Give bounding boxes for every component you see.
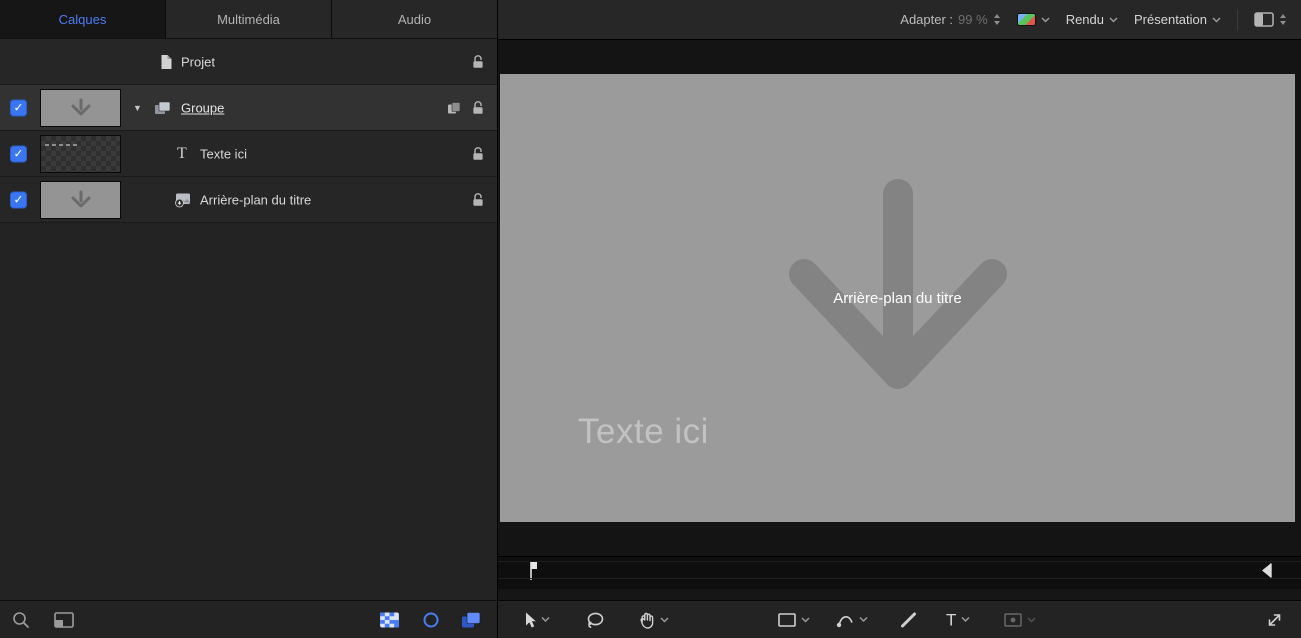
layers-panel-footer	[0, 600, 497, 638]
document-icon	[161, 54, 172, 69]
visibility-checkbox[interactable]: ✓	[10, 191, 27, 208]
layer-row-media[interactable]: ✓ Arrière-plan du titre	[0, 177, 497, 223]
tab-multimedia[interactable]: Multimédia	[166, 0, 332, 38]
fit-label: Adapter :	[900, 12, 954, 27]
lock-open-icon[interactable]	[471, 100, 485, 116]
panel-tabbar: Calques Multimédia Audio	[0, 0, 497, 39]
layer-label: Arrière-plan du titre	[200, 192, 312, 207]
shape-tool-icon	[1004, 612, 1022, 627]
disclosure-triangle-icon[interactable]: ▼	[133, 103, 142, 113]
view-label: Présentation	[1134, 12, 1207, 27]
tab-audio[interactable]: Audio	[332, 0, 497, 38]
tab-label: Audio	[397, 11, 432, 27]
chevron-down-icon	[859, 616, 868, 623]
chevron-down-icon	[541, 616, 550, 623]
canvas-area[interactable]: Arrière-plan du titre Texte ici	[498, 40, 1301, 556]
layer-row-project[interactable]: Projet	[0, 39, 497, 85]
chevron-down-icon	[801, 616, 810, 623]
arrow-thumb-icon	[71, 98, 90, 115]
expand-icon	[1268, 613, 1281, 626]
check-icon: ✓	[13, 192, 24, 207]
chevron-down-icon	[1027, 616, 1036, 623]
layer-row-group[interactable]: ✓ ▼ Groupe	[0, 85, 497, 131]
zoom-fit-dropdown[interactable]: Adapter : 99 %	[900, 12, 1000, 27]
layer-thumbnail[interactable]	[40, 88, 121, 127]
text-layer-icon: T	[177, 144, 187, 162]
tab-label: Calques	[58, 11, 107, 27]
visibility-checkbox[interactable]: ✓	[10, 99, 27, 116]
adjust-item-tool[interactable]	[586, 611, 604, 629]
layers-icon[interactable]	[461, 611, 481, 628]
display-layout-control[interactable]	[1254, 12, 1287, 27]
check-icon: ✓	[13, 146, 24, 161]
placeholder-text[interactable]: Texte ici	[578, 412, 709, 452]
render-dropdown[interactable]: Rendu	[1066, 12, 1118, 27]
rect-tool-icon	[778, 612, 796, 627]
checkerboard-icon[interactable]	[380, 612, 399, 627]
color-swatch	[1016, 13, 1036, 26]
bezier-tool[interactable]	[836, 611, 868, 628]
media-icon	[175, 193, 190, 207]
group-icon	[155, 101, 171, 114]
contents-icon[interactable]	[447, 101, 461, 114]
chevron-down-icon	[1212, 16, 1221, 23]
shape-tool-disabled[interactable]	[1004, 612, 1036, 627]
frame-icon[interactable]	[54, 611, 74, 628]
hand-tool[interactable]	[638, 611, 669, 629]
lock-open-icon[interactable]	[471, 54, 485, 70]
playhead-marker[interactable]	[527, 559, 539, 583]
canvas-toolbar: Adapter : 99 % Rendu Présentation	[498, 0, 1301, 40]
lock-open-icon[interactable]	[471, 192, 485, 208]
display-icon	[1254, 12, 1274, 27]
background-title-text[interactable]: Arrière-plan du titre	[500, 290, 1295, 307]
layer-thumbnail[interactable]	[40, 134, 121, 173]
bezier-tool-icon	[836, 615, 853, 627]
arrow-thumb-icon	[71, 190, 90, 207]
canvas-stage[interactable]: Arrière-plan du titre Texte ici	[500, 74, 1295, 522]
paint-stroke-tool[interactable]	[900, 611, 917, 628]
tab-label: Multimédia	[217, 11, 280, 27]
tab-calques[interactable]: Calques	[0, 0, 166, 38]
mini-timeline[interactable]	[498, 556, 1301, 589]
hand-tool-icon	[640, 612, 654, 629]
circle-icon[interactable]	[422, 611, 440, 629]
chevron-down-icon	[961, 616, 970, 623]
tools-toolbar: T	[498, 600, 1301, 638]
layer-label: Projet	[181, 54, 215, 69]
layers-panel: Calques Multimédia Audio Projet ✓ ▼ Grou…	[0, 0, 498, 638]
stepper-icon	[993, 14, 1000, 25]
layer-thumbnail[interactable]	[40, 180, 121, 219]
lock-open-icon[interactable]	[471, 146, 485, 162]
render-label: Rendu	[1065, 12, 1104, 27]
chevron-down-icon	[1109, 16, 1118, 23]
fullscreen-toggle[interactable]	[1266, 611, 1283, 628]
layer-row-text[interactable]: ✓ T Texte ici	[0, 131, 497, 177]
chevron-down-icon	[660, 616, 669, 623]
zoom-value: 99 %	[958, 12, 988, 27]
adjust-tool-icon	[587, 612, 604, 628]
chevron-down-icon	[1041, 16, 1050, 23]
end-range-marker[interactable]	[1259, 562, 1273, 579]
stepper-icon	[1280, 14, 1286, 25]
text-tool[interactable]: T	[946, 611, 970, 628]
stroke-tool-icon	[901, 612, 916, 627]
text-tool-icon: T	[946, 610, 957, 629]
color-channels-dropdown[interactable]	[1016, 13, 1050, 26]
layer-label: Groupe	[181, 100, 225, 115]
rectangle-tool[interactable]	[778, 612, 810, 627]
layers-list: Projet ✓ ▼ Groupe ✓ T Texte ici ✓ Arrièr…	[0, 39, 497, 223]
layer-label: Texte ici	[200, 146, 247, 161]
search-icon[interactable]	[12, 611, 30, 629]
select-arrow-icon	[526, 612, 536, 627]
visibility-checkbox[interactable]: ✓	[10, 145, 27, 162]
view-dropdown[interactable]: Présentation	[1134, 12, 1221, 27]
toolbar-divider	[1237, 8, 1238, 31]
check-icon: ✓	[13, 100, 24, 115]
select-tool[interactable]	[522, 611, 550, 628]
